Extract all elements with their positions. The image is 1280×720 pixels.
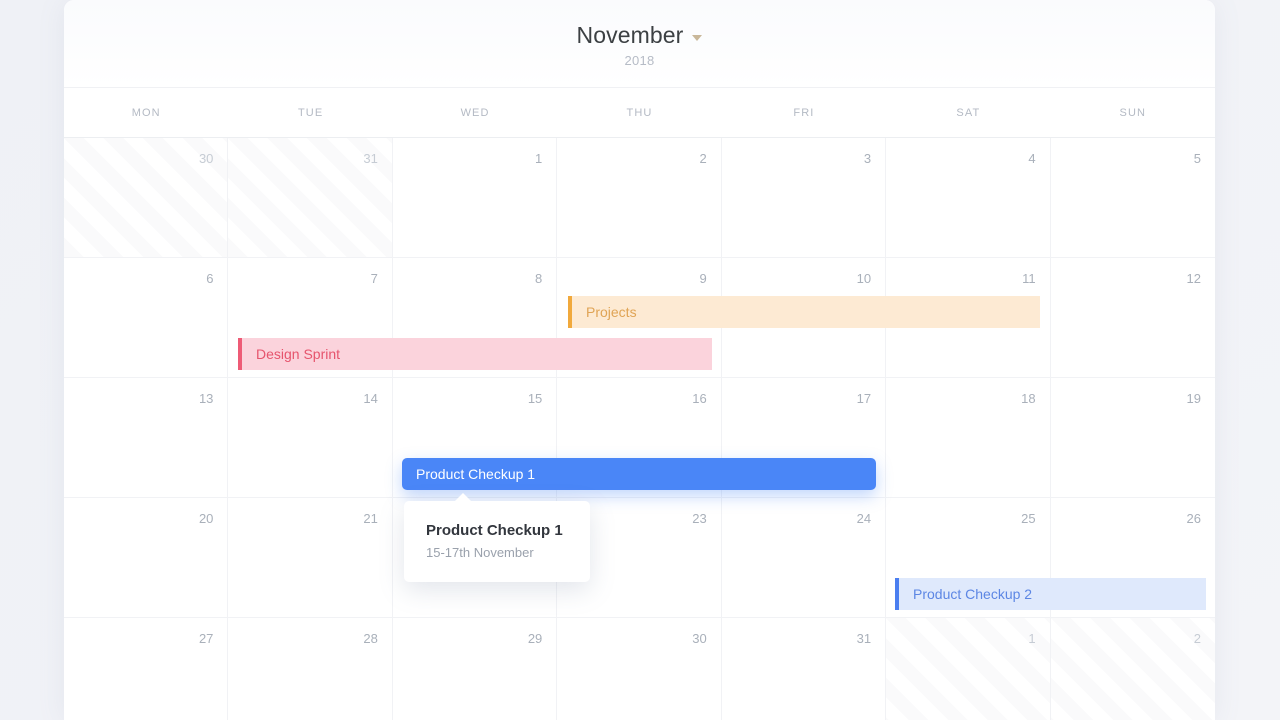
day-cell[interactable]: 29 [392,618,558,720]
day-cell[interactable]: 5 [1050,138,1215,257]
month-selector[interactable]: November [577,22,703,49]
calendar-page: November 2018 MON TUE WED THU FRI SAT SU… [0,0,1280,720]
day-number: 30 [692,631,707,646]
day-number: 29 [527,631,543,646]
day-cell[interactable]: 4 [886,138,1051,257]
day-cell[interactable]: 27 [64,618,229,720]
weekday-header-row: MON TUE WED THU FRI SAT SUN [64,88,1215,138]
weekday-thu: THU [626,106,653,119]
weekday-mon: MON [131,106,161,119]
day-cell[interactable]: 21 [228,498,393,617]
day-cell[interactable]: 28 [228,618,393,720]
day-number: 25 [1021,511,1036,526]
day-number: 31 [856,631,872,646]
day-number: 28 [363,631,378,646]
day-number: 8 [535,271,543,286]
event-product-checkup-2[interactable]: Product Checkup 2 [895,578,1206,610]
day-cell[interactable]: 3 [721,138,887,257]
week-row: 30 31 1 2 3 4 5 [64,138,1215,258]
day-number: 27 [198,631,214,646]
day-cell[interactable]: 2 [557,138,722,257]
day-number: 24 [856,511,872,526]
day-number: 30 [198,151,214,166]
weekday-sat: SAT [956,106,981,119]
day-cell[interactable]: 20 [64,498,229,617]
event-label: Product Checkup 2 [913,586,1033,602]
day-number: 1 [535,151,543,166]
year-label: 2018 [624,53,655,68]
weekday-tue: TUE [297,106,324,119]
day-number: 14 [363,391,378,406]
day-number: 4 [1028,151,1036,166]
day-cell[interactable]: 1 [392,138,558,257]
day-cell[interactable]: 19 [1050,378,1215,497]
weekday-sun: SUN [1119,106,1147,119]
day-cell[interactable]: 12 [1050,258,1215,377]
weekday-fri: FRI [793,106,815,119]
day-number: 26 [1186,511,1201,526]
day-number: 5 [1193,151,1201,166]
event-product-checkup-1[interactable]: Product Checkup 1 [402,458,876,490]
day-cell[interactable]: 13 [64,378,229,497]
day-cell[interactable]: 31 [721,618,887,720]
day-number: 17 [856,391,872,406]
day-number: 15 [527,391,543,406]
day-number: 10 [856,271,872,286]
day-cell[interactable]: 2 [1050,618,1215,720]
day-number: 20 [198,511,214,526]
event-label: Projects [586,304,637,320]
calendar-header: November 2018 [64,0,1215,88]
day-cell[interactable]: 18 [886,378,1051,497]
tooltip-title: Product Checkup 1 [426,522,563,539]
day-cell[interactable]: 6 [64,258,229,377]
day-cell[interactable]: 1 [886,618,1051,720]
event-label: Product Checkup 1 [416,466,536,482]
day-number: 18 [1021,391,1036,406]
chevron-down-icon[interactable] [692,34,703,41]
day-number: 9 [699,271,707,286]
event-label: Design Sprint [256,346,341,362]
day-number: 2 [699,151,707,166]
day-number: 16 [692,391,707,406]
day-number: 12 [1186,271,1201,286]
day-number: 3 [863,151,872,166]
month-label: November [576,22,684,48]
day-number: 11 [1022,271,1036,286]
day-cell[interactable]: 24 [721,498,887,617]
day-number: 31 [363,151,378,166]
day-number: 1 [1028,631,1036,646]
day-number: 7 [370,271,378,286]
day-number: 6 [206,271,214,286]
day-cell[interactable]: 14 [228,378,393,497]
weekday-wed: WED [460,106,490,119]
week-row: 27 28 29 30 31 1 2 [64,618,1215,720]
day-number: 21 [363,511,378,526]
tooltip-dates: 15-17th November [426,544,534,560]
event-design-sprint[interactable]: Design Sprint [238,338,712,370]
day-cell[interactable]: 30 [557,618,722,720]
calendar-grid: 30 31 1 2 3 4 5 6 7 8 9 10 11 12 13 14 1… [64,138,1215,720]
event-tooltip: Product Checkup 1 15-17th November [404,493,590,582]
day-cell[interactable]: 30 [64,138,229,257]
event-projects[interactable]: Projects [568,296,1040,328]
day-number: 13 [198,391,214,406]
day-number: 23 [692,511,707,526]
day-number: 2 [1193,631,1201,646]
day-number: 19 [1186,391,1201,406]
day-cell[interactable]: 31 [228,138,393,257]
calendar-card: November 2018 MON TUE WED THU FRI SAT SU… [64,0,1215,720]
